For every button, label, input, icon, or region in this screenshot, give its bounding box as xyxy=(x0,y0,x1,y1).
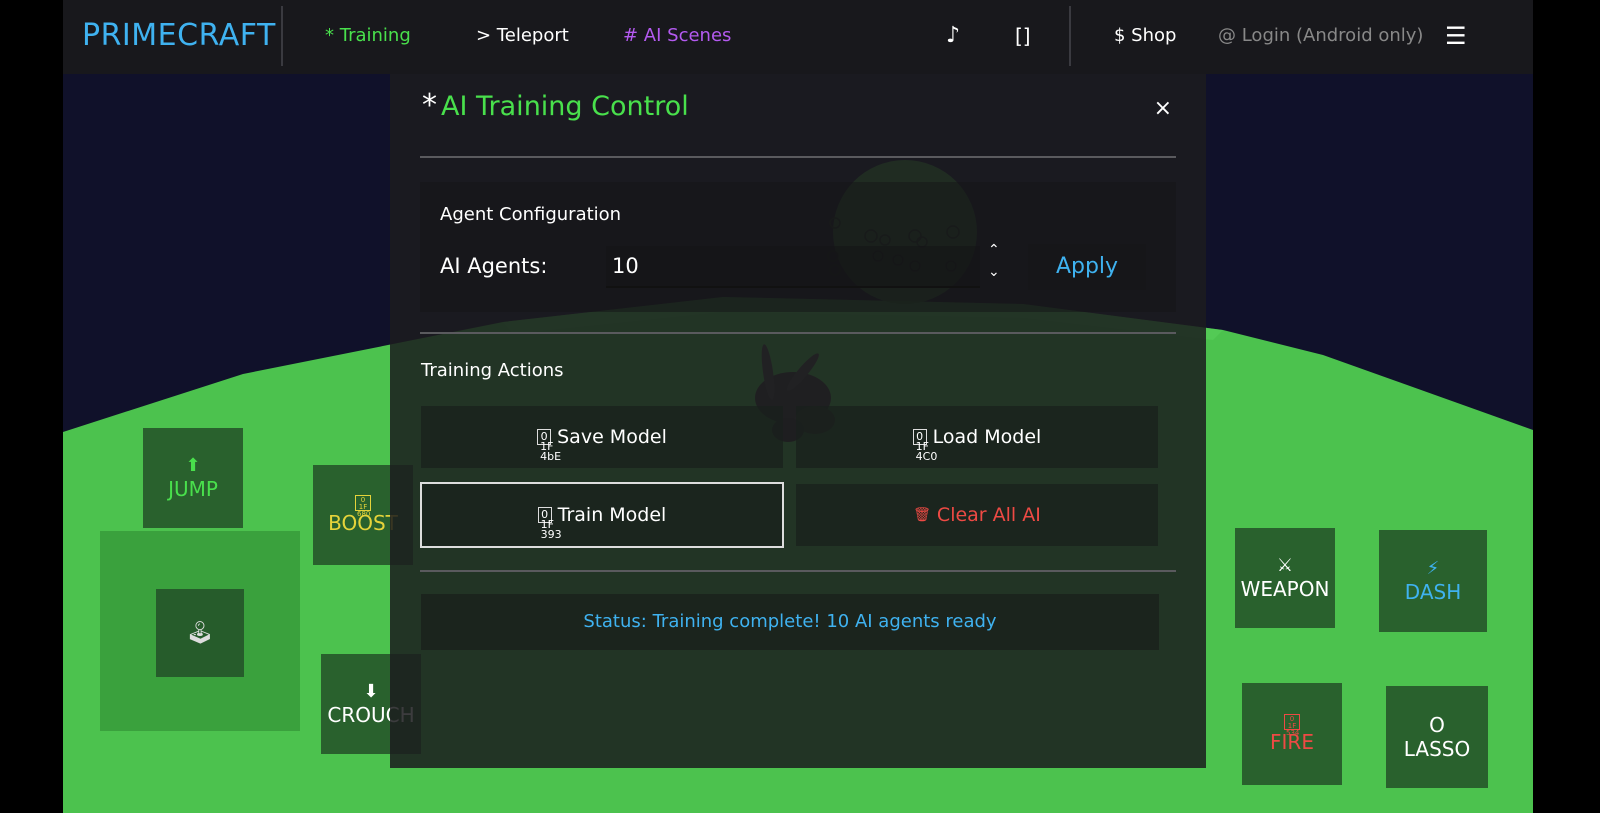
close-icon[interactable]: × xyxy=(1154,96,1172,121)
training-actions-heading: Training Actions xyxy=(421,360,564,381)
fullscreen-icon[interactable]: [] xyxy=(1015,0,1031,74)
lasso-label: LASSO xyxy=(1403,737,1471,761)
modal-title-text: AI Training Control xyxy=(441,91,689,122)
save-icon: 0 1F 4bE xyxy=(537,429,561,462)
train-model-button[interactable]: 0 1F 393 Train Model xyxy=(420,482,784,548)
app-logo[interactable]: PRIMECRAFT xyxy=(82,0,276,74)
weapon-label: WEAPON xyxy=(1240,577,1330,601)
top-nav-bar: PRIMECRAFT * Training > Teleport # AI Sc… xyxy=(63,0,1533,74)
joystick-icon: 🕹 xyxy=(186,620,214,646)
spin-up-icon[interactable]: ⌃ xyxy=(988,242,1000,258)
fire-button[interactable]: 0 1F 534 FIRE xyxy=(1242,683,1342,785)
trash-icon: 🗑 xyxy=(913,507,931,523)
spin-down-icon[interactable]: ⌄ xyxy=(988,264,1000,280)
title-asterisk-icon: * xyxy=(422,88,437,123)
fire-label: FIRE xyxy=(1270,730,1314,754)
fire-icon: 0 1F 534 xyxy=(1284,714,1300,737)
ai-agents-input[interactable] xyxy=(606,246,980,288)
nav-shop[interactable]: $ Shop xyxy=(1114,0,1176,74)
divider xyxy=(420,156,1176,158)
lasso-icon: O xyxy=(1429,713,1445,737)
weapon-button[interactable]: ⚔ WEAPON xyxy=(1235,528,1335,628)
boost-label: BOOST xyxy=(328,511,398,535)
load-model-label: Load Model xyxy=(932,426,1042,448)
clear-all-ai-button[interactable]: 🗑 Clear All AI xyxy=(796,484,1158,546)
lasso-button[interactable]: O LASSO xyxy=(1386,686,1488,788)
status-message: Status: Training complete! 10 AI agents … xyxy=(421,594,1159,650)
train-icon: 0 1F 393 xyxy=(537,507,562,540)
joystick-knob[interactable]: 🕹 xyxy=(156,589,244,677)
lightning-icon: ⚡ xyxy=(1426,558,1440,579)
nav-ai-scenes[interactable]: # AI Scenes xyxy=(623,0,731,74)
dash-button[interactable]: ⚡ DASH xyxy=(1379,530,1487,632)
nav-training[interactable]: * Training xyxy=(325,0,411,74)
train-model-label: Train Model xyxy=(557,504,667,526)
arrow-up-icon: ⬆ xyxy=(185,455,201,476)
nav-teleport[interactable]: > Teleport xyxy=(476,0,569,74)
load-model-button[interactable]: 0 1F 4C0 Load Model xyxy=(796,406,1158,468)
save-model-button[interactable]: 0 1F 4bE Save Model xyxy=(421,406,783,468)
divider xyxy=(420,570,1176,572)
jump-button[interactable]: ⬆ JUMP xyxy=(143,428,243,528)
ai-agents-label: AI Agents: xyxy=(440,254,548,278)
music-icon[interactable]: ♪ xyxy=(946,0,960,74)
load-icon: 0 1F 4C0 xyxy=(912,429,937,462)
jump-label: JUMP xyxy=(168,477,218,501)
agent-config-heading: Agent Configuration xyxy=(440,204,622,225)
dash-label: DASH xyxy=(1404,580,1462,604)
menu-icon[interactable]: ☰ xyxy=(1445,0,1467,74)
apply-button[interactable]: Apply xyxy=(1028,244,1146,290)
rocket-icon: 0 1F 680 xyxy=(355,495,371,518)
game-viewport[interactable]: PRIMECRAFT * Training > Teleport # AI Sc… xyxy=(63,0,1533,813)
ai-training-modal: * AI Training Control × Agent Configurati… xyxy=(390,74,1206,768)
nav-divider xyxy=(281,6,283,66)
crossed-swords-icon: ⚔ xyxy=(1276,555,1294,576)
arrow-down-icon: ⬇ xyxy=(363,681,379,702)
nav-login[interactable]: @ Login (Android only) xyxy=(1218,0,1423,74)
clear-all-ai-label: Clear All AI xyxy=(936,504,1041,526)
save-model-label: Save Model xyxy=(557,426,667,448)
nav-divider xyxy=(1069,6,1071,66)
modal-title: * AI Training Control xyxy=(422,88,689,123)
divider xyxy=(420,332,1176,334)
